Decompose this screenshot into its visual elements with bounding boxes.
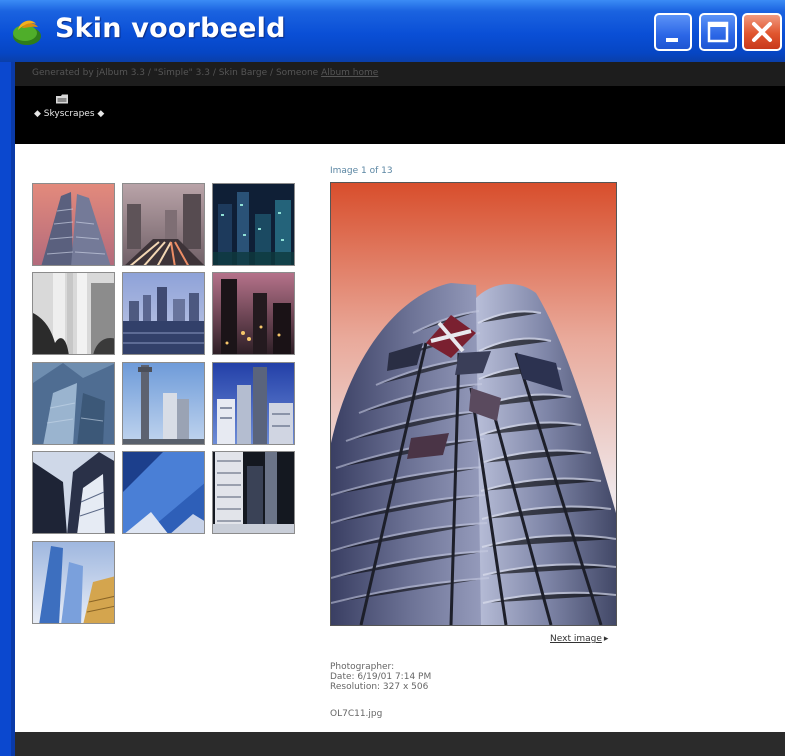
image-date: Date: 6/19/01 7:14 PM [330,672,432,682]
minimize-button[interactable] [654,13,692,51]
thumbnail-5[interactable] [122,272,205,355]
thumbnail-2[interactable] [122,183,205,266]
next-arrow-icon: ▸ [603,634,609,644]
main-photo[interactable] [330,182,617,626]
minimize-icon [666,38,678,42]
image-metadata: Photographer: Date: 6/19/01 7:14 PM Reso… [330,662,431,692]
thumbnail-7[interactable] [32,362,115,445]
thumbnail-13[interactable] [32,541,115,624]
image-resolution: Resolution: 327 x 506 [330,682,429,692]
thumbnail-4[interactable] [32,272,115,355]
navigation-bar: ◆ Skyscrapes ◆ [15,86,785,144]
app-logo-icon [13,20,41,45]
credits-bar: Generated by jAlbum 3.3 / "Simple" 3.3 /… [15,62,785,86]
maximize-button[interactable] [699,13,737,51]
credits-prefix: Generated by jAlbum 3.3 / "Simple" 3.3 /… [32,68,319,78]
next-image-link[interactable]: Next image ▸ [550,634,608,644]
folder-icon[interactable] [56,94,69,104]
credits-text: Generated by jAlbum 3.3 / "Simple" 3.3 /… [32,68,378,78]
thumbnail-6[interactable] [212,272,295,355]
maximize-icon [707,21,729,43]
next-image-label: Next image [550,634,602,644]
title-bar: Skin voorbeeld [0,0,785,62]
footer-bar [15,732,785,756]
image-filename: OL7C11.jpg [330,709,383,719]
thumbnail-11[interactable] [122,451,205,534]
thumbnail-1[interactable] [32,183,115,266]
close-button[interactable] [742,13,782,51]
album-home-link[interactable]: Album home [321,68,378,78]
thumbnail-10[interactable] [32,451,115,534]
thumbnail-12[interactable] [212,451,295,534]
window-title: Skin voorbeeld [55,13,286,44]
breadcrumb[interactable]: ◆ Skyscrapes ◆ [34,109,104,119]
thumbnail-3[interactable] [212,183,295,266]
image-counter: Image 1 of 13 [330,166,393,176]
thumbnail-9[interactable] [212,362,295,445]
photographer-label: Photographer: [330,662,395,672]
close-icon [752,22,772,42]
thumbnail-8[interactable] [122,362,205,445]
